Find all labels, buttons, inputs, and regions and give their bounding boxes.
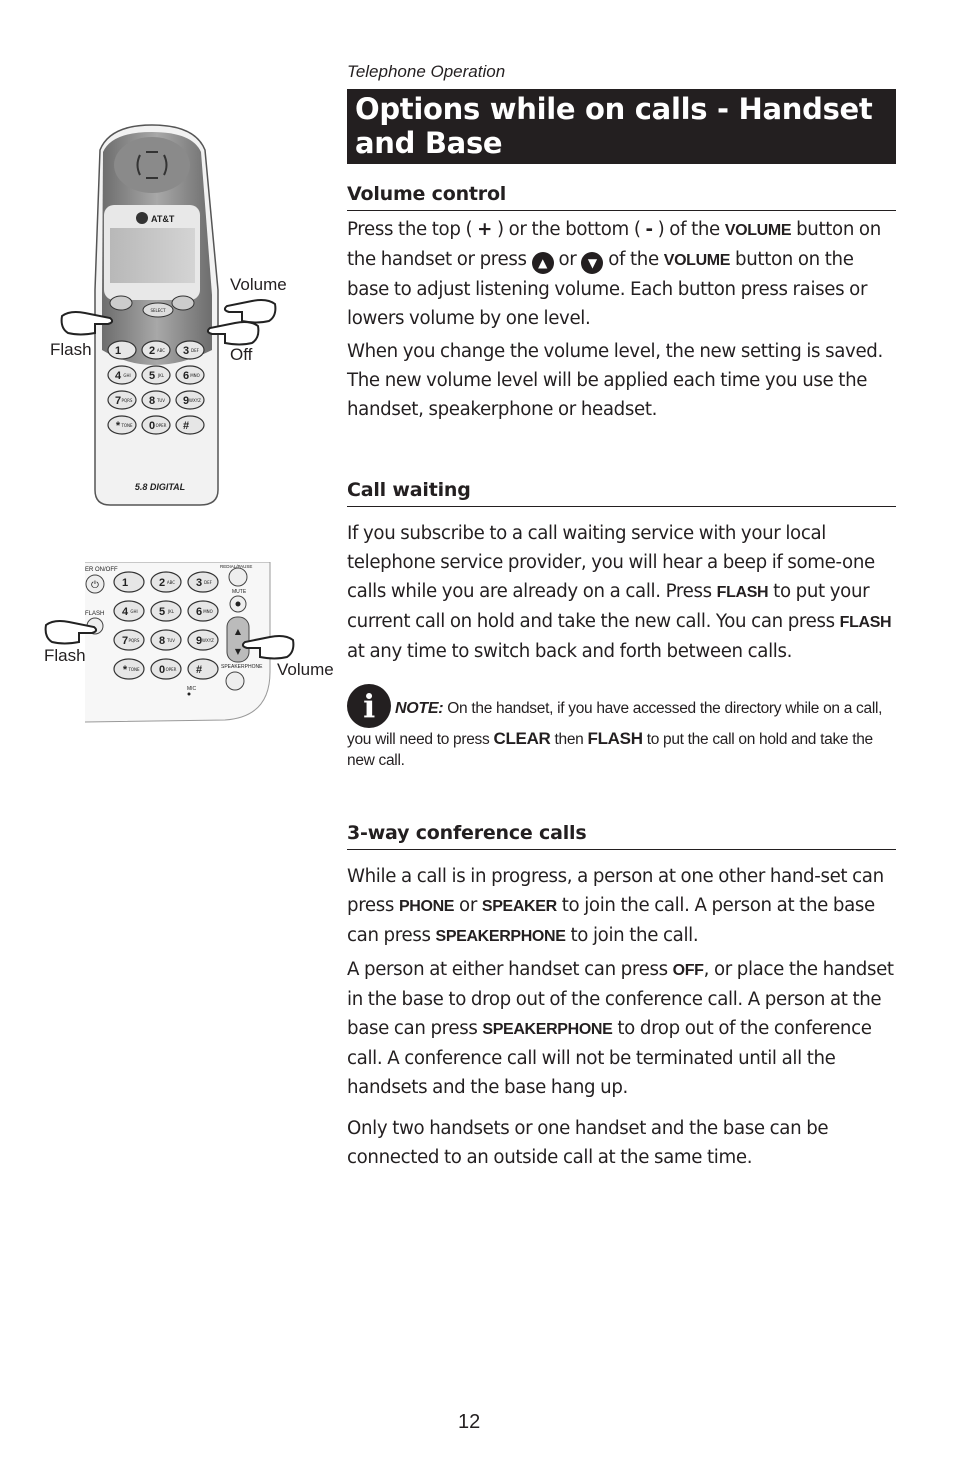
note-label: NOTE: (395, 700, 444, 717)
volume-paragraph-1: Press the top ( + ) or the bottom ( - ) … (347, 219, 881, 329)
base-callout-flash: Flash (44, 646, 86, 665)
title-bar: Options while on calls - Handset and Bas… (347, 89, 896, 164)
keypad-digit: * (116, 420, 121, 432)
keypad-digit: 4 (115, 370, 122, 382)
keypad-digit: 1 (115, 345, 121, 357)
keypad-key (187, 658, 219, 680)
info-icon: i (347, 684, 391, 728)
keypad-letters: TUV (156, 398, 165, 403)
svg-text:⏻: ⏻ (91, 580, 99, 591)
keyword-flash: FLASH (587, 729, 643, 748)
keypad-letters: PQRS (129, 638, 140, 643)
keypad-letters: TONE (127, 667, 140, 672)
keypad-letters: JKL (167, 609, 175, 614)
keypad-digit: # (183, 420, 189, 432)
pointing-hand-icon (60, 311, 114, 336)
label-mute: MUTE (232, 589, 247, 595)
keypad-letters: JKL (157, 373, 165, 378)
pointing-hand-icon (44, 620, 98, 645)
keyword-speakerphone: SPEAKERPHONE (482, 1021, 613, 1038)
keypad-letters: ABC (157, 348, 165, 353)
keypad-key (175, 340, 205, 360)
keyword-phone: PHONE (398, 898, 455, 915)
brand-logo: AT&T (151, 214, 175, 224)
keyword-speakerphone: SPEAKERPHONE (435, 928, 566, 945)
keypad-letters: TONE (120, 423, 133, 428)
page-title: Options while on calls - Handset and Bas… (355, 92, 873, 160)
page-number: 12 (458, 1411, 481, 1433)
keypad-key (175, 415, 205, 435)
keypad-digit: 2 (159, 577, 165, 589)
keypad-digit: 5 (159, 606, 165, 618)
main-content: Volume control Press the top ( + ) or th… (347, 180, 896, 1172)
keypad-letters: OPER (166, 667, 177, 672)
model-label: 5.8 DIGITAL (135, 482, 185, 492)
svg-text:SELECT: SELECT (150, 308, 166, 313)
conference-paragraph-2: A person at either handset can press OFF… (347, 959, 894, 1098)
keypad-letters: MNO (203, 609, 213, 614)
volume-up-icon: ▲ (531, 252, 554, 274)
keypad-letters: MNO (190, 373, 200, 378)
heading-volume-control: Volume control (347, 180, 896, 211)
keypad-digit: * (123, 664, 128, 676)
keypad-letters: ABC (167, 580, 175, 585)
keypad-key (150, 600, 182, 622)
note-box: i NOTE: On the handset, if you have acces… (347, 684, 896, 771)
section-label: Telephone Operation (347, 62, 506, 81)
keypad-digit: 5 (149, 370, 155, 382)
keypad-digit: # (196, 664, 202, 676)
callout-flash: Flash (50, 340, 92, 359)
label-mic: MIC (187, 686, 197, 692)
keypad-digit: 8 (149, 395, 155, 407)
label-speakerphone: SPEAKERPHONE (221, 664, 263, 670)
keypad-key (187, 571, 219, 593)
volume-down-icon: ▼ (581, 252, 604, 274)
keypad-digit: 2 (149, 345, 155, 357)
keyword-flash: FLASH (839, 614, 892, 631)
keypad-digit: 6 (196, 606, 202, 618)
keyword-off: OFF (672, 962, 704, 979)
keyword-volume: VOLUME (724, 222, 792, 239)
keypad-digit: 8 (159, 635, 165, 647)
keypad-key (107, 340, 137, 360)
keypad-letters: WXYZ (202, 638, 214, 643)
conference-paragraph-3: Only two handsets or one handset and the… (347, 1118, 829, 1168)
conference-paragraph-1: While a call is in progress, a person at… (347, 866, 884, 946)
heading-conference: 3-way conference calls (347, 819, 896, 850)
call-waiting-paragraph: If you subscribe to a call waiting servi… (347, 523, 892, 662)
pointing-hand-icon (241, 635, 295, 660)
keypad-key (113, 600, 145, 622)
keypad-digit: 3 (183, 345, 189, 357)
keypad-digit: 7 (115, 395, 121, 407)
keypad-digit: 1 (122, 577, 128, 589)
keyword-speaker: SPEAKER (481, 898, 557, 915)
keypad-letters: DEF (204, 580, 213, 585)
keypad-key (141, 365, 171, 385)
keypad-letters: DEF (191, 348, 200, 353)
keypad-digit: 0 (159, 664, 165, 676)
keypad-letters: TUV (166, 638, 175, 643)
keypad-letters: GHI (123, 373, 130, 378)
keypad-key (113, 571, 145, 593)
keypad-digit: 0 (149, 420, 155, 432)
keypad-letters: OPER (156, 423, 167, 428)
keypad-digit: 3 (196, 577, 202, 589)
label-power: ER ON/OFF (85, 567, 118, 573)
callout-off: Off (230, 345, 253, 364)
keypad-letters: WXYZ (189, 398, 201, 403)
keypad-letters: GHI (130, 609, 137, 614)
keypad-letters: PQRS (122, 398, 133, 403)
base-callout-volume: Volume (277, 660, 334, 679)
keypad-key (107, 365, 137, 385)
pointing-hand-icon (206, 321, 260, 346)
volume-paragraph-2: When you change the volume level, the ne… (347, 341, 883, 420)
heading-call-waiting: Call waiting (347, 476, 896, 507)
keyword-volume: VOLUME (663, 252, 731, 269)
keypad-digit: 4 (122, 606, 129, 618)
keypad-digit: 6 (183, 370, 189, 382)
callout-volume: Volume (230, 275, 287, 294)
keypad-digit: 7 (122, 635, 128, 647)
keyword-clear: CLEAR (493, 729, 551, 748)
keyword-flash: FLASH (716, 584, 769, 601)
